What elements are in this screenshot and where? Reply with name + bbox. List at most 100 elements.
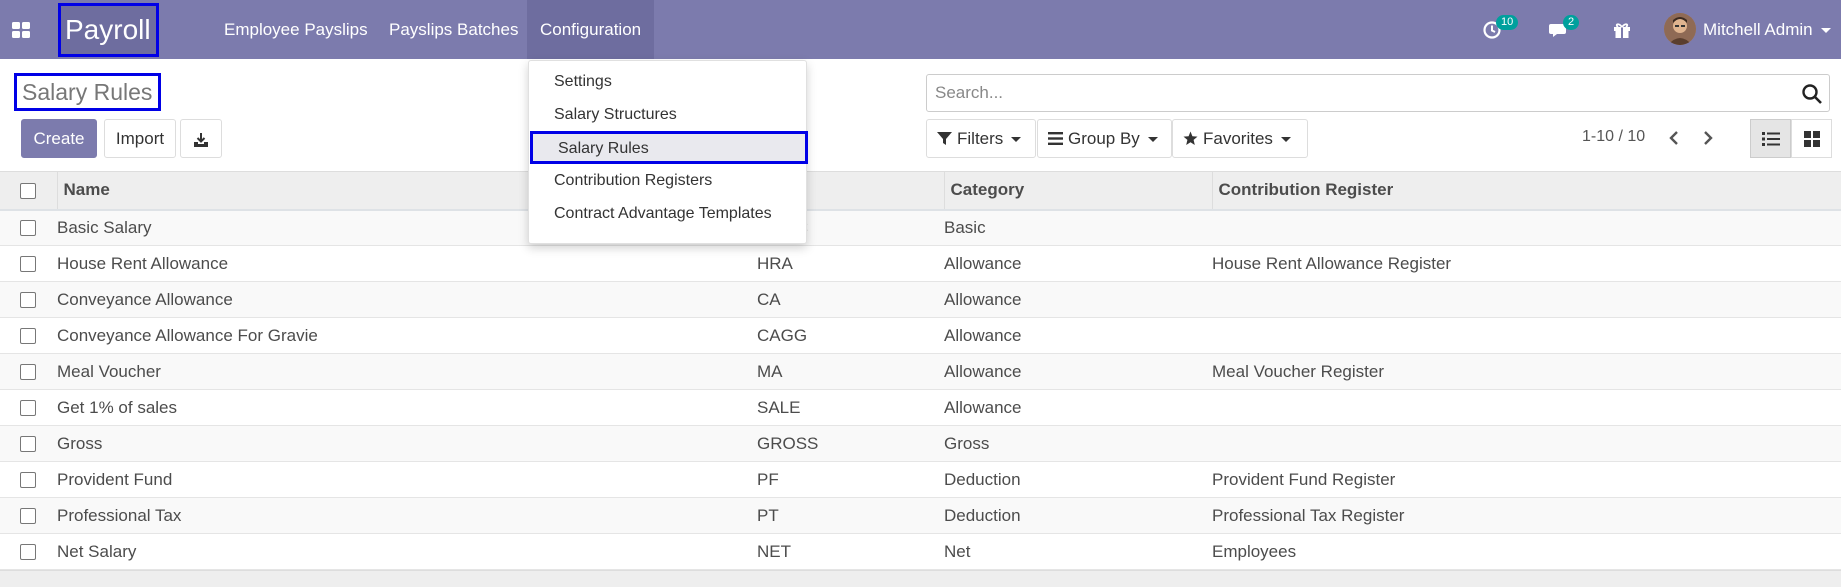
cell-category[interactable]: Deduction [944,462,1212,498]
dropdown-item-salary-rules[interactable]: Salary Rules [530,131,808,164]
cell-category[interactable]: Deduction [944,498,1212,534]
user-name: Mitchell Admin [1703,20,1813,39]
row-checkbox[interactable] [20,544,36,561]
row-checkbox[interactable] [20,364,36,381]
dropdown-item-salary-structures[interactable]: Salary Structures [529,98,806,131]
cell-name[interactable]: Provident Fund [57,462,757,498]
column-header-category[interactable]: Category [943,171,1212,210]
table-row[interactable]: Provident Fund PF Deduction Provident Fund … [0,461,1841,498]
configuration-dropdown: Settings Salary Structures Salary Rules … [528,60,808,244]
row-checkbox[interactable] [20,220,36,237]
page-title: Salary Rules [14,73,161,111]
filters-button[interactable]: Filters [926,119,1036,158]
table-row[interactable]: Meal Voucher MA Allowance Meal Voucher Regi… [0,353,1841,390]
group-by-button[interactable]: Group By [1037,119,1172,158]
bars-icon [1048,132,1063,145]
pager-value[interactable]: 1-10 / 10 [1582,128,1645,146]
download-icon [194,132,208,147]
row-checkbox[interactable] [20,508,36,525]
cell-contribution-register[interactable] [1212,390,1841,426]
cell-code[interactable]: GROSS [757,426,944,462]
create-button[interactable]: Create [21,119,97,158]
row-checkbox[interactable] [20,436,36,453]
row-select-cell [0,210,57,246]
chat-icon[interactable]: 2 [1549,15,1580,42]
cell-category[interactable]: Basic [944,210,1212,246]
import-button[interactable]: Import [104,119,176,158]
table-row[interactable]: Conveyance Allowance CA Allowance [0,281,1841,318]
list-view-icon[interactable] [1750,119,1791,158]
cell-contribution-register[interactable]: Provident Fund Register [1212,462,1841,498]
activity-clock-icon[interactable]: 10 [1482,15,1519,42]
table-row[interactable]: Conveyance Allowance For Gravie CAGG Allow… [0,317,1841,354]
search-icon[interactable] [1801,83,1823,105]
cell-code[interactable]: SALE [757,390,944,426]
dropdown-item-contribution-registers[interactable]: Contribution Registers [529,164,806,197]
cell-code[interactable]: PF [757,462,944,498]
cell-contribution-register[interactable]: House Rent Allowance Register [1212,246,1841,282]
table-row[interactable]: Professional Tax PT Deduction Professional … [0,497,1841,534]
table-row[interactable]: House Rent Allowance HRA Allowance House Re… [0,245,1841,282]
cell-contribution-register[interactable]: Professional Tax Register [1212,498,1841,534]
cell-name[interactable]: House Rent Allowance [57,246,757,282]
cell-contribution-register[interactable] [1212,318,1841,354]
cell-name[interactable]: Meal Voucher [57,354,757,390]
cell-code[interactable]: HRA [757,246,944,282]
kanban-view-icon[interactable] [1791,119,1832,158]
select-all-checkbox[interactable] [20,182,36,199]
cell-category[interactable]: Gross [944,426,1212,462]
row-checkbox[interactable] [20,400,36,417]
gift-icon[interactable] [1612,18,1632,42]
cell-name[interactable]: Conveyance Allowance [57,282,757,318]
cell-code[interactable]: PT [757,498,944,534]
cell-contribution-register[interactable] [1212,426,1841,462]
table-row[interactable]: Get 1% of sales SALE Allowance [0,389,1841,426]
select-all-cell [0,172,57,210]
pager-previous-icon[interactable] [1663,126,1685,150]
cell-name[interactable]: Conveyance Allowance For Gravie [57,318,757,354]
dropdown-item-settings[interactable]: Settings [529,65,806,98]
cell-contribution-register[interactable] [1212,210,1841,246]
table-row[interactable]: Net Salary NET Net Employees [0,533,1841,570]
cell-code[interactable]: CAGG [757,318,944,354]
menu-configuration[interactable]: Configuration [527,0,655,59]
pager-next-icon[interactable] [1697,126,1719,150]
cell-category[interactable]: Allowance [944,282,1212,318]
dropdown-item-contract-advantage-templates[interactable]: Contract Advantage Templates [529,197,806,230]
cell-code[interactable]: MA [757,354,944,390]
activity-counter-badge: 10 [1496,15,1519,30]
cell-contribution-register[interactable]: Meal Voucher Register [1212,354,1841,390]
apps-grid-icon[interactable] [8,17,34,43]
favorites-button[interactable]: Favorites [1172,119,1308,158]
search-bar [926,74,1830,112]
row-select-cell [0,498,57,534]
cell-contribution-register[interactable] [1212,282,1841,318]
cell-contribution-register[interactable]: Employees [1212,534,1841,570]
app-brand[interactable]: Payroll [58,3,159,57]
cell-category[interactable]: Allowance [944,318,1212,354]
chevron-down-icon [1147,137,1158,143]
user-menu[interactable]: Mitchell Admin [1703,0,1831,59]
cell-category[interactable]: Allowance [944,246,1212,282]
cell-code[interactable]: CA [757,282,944,318]
export-button[interactable] [180,119,222,158]
cell-category[interactable]: Net [944,534,1212,570]
table-row[interactable]: Gross GROSS Gross [0,425,1841,462]
cell-name[interactable]: Net Salary [57,534,757,570]
row-checkbox[interactable] [20,472,36,489]
row-checkbox[interactable] [20,292,36,309]
cell-code[interactable]: NET [757,534,944,570]
cell-category[interactable]: Allowance [944,390,1212,426]
table-row[interactable]: Basic SalaryBASICBasic [0,209,1841,246]
row-checkbox[interactable] [20,256,36,273]
menu-employee-payslips[interactable]: Employee Payslips [211,0,381,59]
cell-name[interactable]: Professional Tax [57,498,757,534]
cell-category[interactable]: Allowance [944,354,1212,390]
search-input[interactable] [927,75,1787,111]
cell-name[interactable]: Gross [57,426,757,462]
menu-payslips-batches[interactable]: Payslips Batches [376,0,531,59]
user-avatar[interactable] [1664,13,1696,45]
row-checkbox[interactable] [20,328,36,345]
cell-name[interactable]: Get 1% of sales [57,390,757,426]
column-header-contribution-register[interactable]: Contribution Register [1211,171,1841,210]
